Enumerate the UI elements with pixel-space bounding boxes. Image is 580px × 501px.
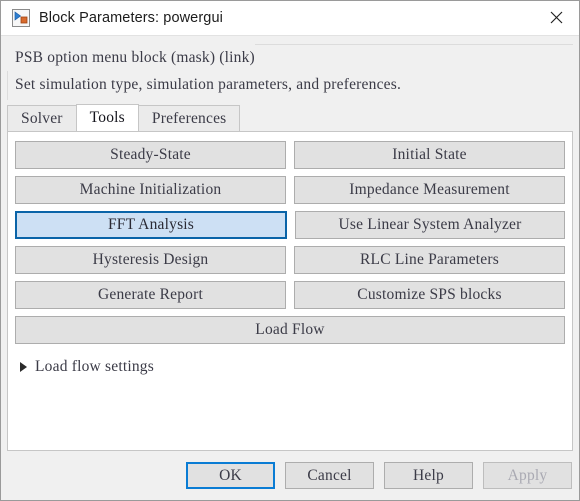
mask-type-label: PSB option menu block (mask) (link) <box>1 44 255 71</box>
load-flow-button[interactable]: Load Flow <box>15 316 565 344</box>
ok-button[interactable]: OK <box>186 462 275 489</box>
simulink-block-icon <box>12 9 30 27</box>
tab-tools[interactable]: Tools <box>75 104 139 131</box>
tools-row: Steady-State Initial State <box>15 141 565 169</box>
load-flow-settings-label: Load flow settings <box>35 358 154 375</box>
hysteresis-design-button[interactable]: Hysteresis Design <box>15 246 286 274</box>
fft-analysis-button[interactable]: FFT Analysis <box>15 211 287 239</box>
tools-row: Load Flow <box>15 316 565 344</box>
mask-description-label: Set simulation type, simulation paramete… <box>15 76 402 93</box>
triangle-right-icon <box>20 362 27 372</box>
use-linear-system-analyzer-button[interactable]: Use Linear System Analyzer <box>295 211 565 239</box>
tools-row: Generate Report Customize SPS blocks <box>15 281 565 309</box>
dialog-footer: OK Cancel Help Apply <box>1 451 579 500</box>
tab-preferences[interactable]: Preferences <box>137 105 241 131</box>
mask-description-group: PSB option menu block (mask) (link) Set … <box>1 36 579 104</box>
load-flow-settings-expander[interactable]: Load flow settings <box>15 356 565 378</box>
tab-strip: Solver Tools Preferences <box>1 104 579 131</box>
initial-state-button[interactable]: Initial State <box>294 141 565 169</box>
apply-button: Apply <box>483 462 572 489</box>
window-title: Block Parameters: powergui <box>39 10 223 26</box>
tools-row: FFT Analysis Use Linear System Analyzer <box>15 211 565 239</box>
tools-row: Machine Initialization Impedance Measure… <box>15 176 565 204</box>
machine-initialization-button[interactable]: Machine Initialization <box>15 176 286 204</box>
impedance-measurement-button[interactable]: Impedance Measurement <box>294 176 565 204</box>
help-button[interactable]: Help <box>384 462 473 489</box>
tools-row: Hysteresis Design RLC Line Parameters <box>15 246 565 274</box>
generate-report-button[interactable]: Generate Report <box>15 281 286 309</box>
close-icon[interactable] <box>533 1 579 34</box>
cancel-button[interactable]: Cancel <box>285 462 374 489</box>
title-bar: Block Parameters: powergui <box>1 1 579 36</box>
tools-panel: Steady-State Initial State Machine Initi… <box>7 131 573 451</box>
tools-button-grid: Steady-State Initial State Machine Initi… <box>15 141 565 344</box>
tab-solver[interactable]: Solver <box>7 105 77 131</box>
block-parameters-dialog: Block Parameters: powergui PSB option me… <box>0 0 580 501</box>
steady-state-button[interactable]: Steady-State <box>15 141 286 169</box>
customize-sps-blocks-button[interactable]: Customize SPS blocks <box>294 281 565 309</box>
rlc-line-parameters-button[interactable]: RLC Line Parameters <box>294 246 565 274</box>
